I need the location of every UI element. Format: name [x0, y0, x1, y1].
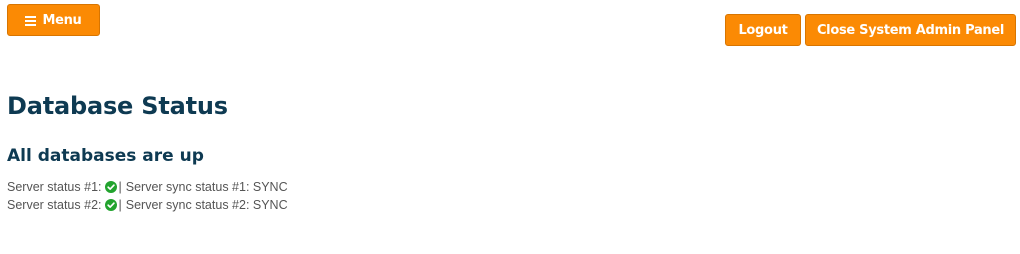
check-circle-icon: [104, 199, 117, 211]
close-admin-panel-label: Close System Admin Panel: [816, 22, 1005, 38]
hamburger-icon: [25, 15, 37, 26]
server-status-row: Server status #1: | Server sync status #…: [7, 179, 288, 195]
close-admin-panel-button[interactable]: Close System Admin Panel: [805, 14, 1016, 46]
menu-button-label: Menu: [42, 12, 82, 28]
server-sync-status: Server sync status #1: SYNC: [125, 180, 288, 194]
database-summary: All databases are up: [7, 146, 204, 166]
logout-button-label: Logout: [738, 22, 788, 38]
page-title: Database Status: [7, 92, 228, 120]
logout-button[interactable]: Logout: [725, 14, 801, 46]
server-status-row: Server status #2: | Server sync status #…: [7, 197, 288, 213]
menu-button[interactable]: Menu: [7, 4, 100, 36]
server-status-label: Server status #2:: [7, 198, 102, 212]
server-status-label: Server status #1:: [7, 180, 102, 194]
check-circle-icon: [104, 181, 117, 193]
status-separator: |: [118, 180, 122, 194]
status-separator: |: [118, 198, 122, 212]
server-sync-status: Server sync status #2: SYNC: [125, 198, 288, 212]
